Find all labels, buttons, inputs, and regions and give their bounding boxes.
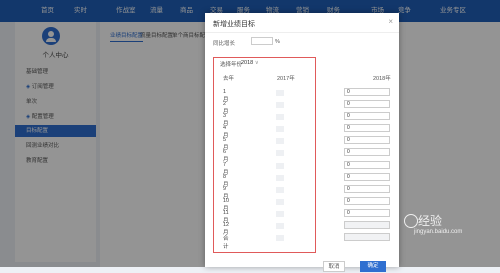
watermark-url: jingyan.baidu.com bbox=[414, 229, 463, 235]
year-select-value: 2018 bbox=[241, 60, 254, 66]
column-header-2017: 2017年 bbox=[277, 76, 295, 82]
growth-label: 同比增长 bbox=[213, 41, 236, 47]
year-label: 选择年份 bbox=[220, 62, 243, 68]
close-icon[interactable]: × bbox=[388, 17, 393, 26]
growth-input[interactable] bbox=[251, 37, 273, 45]
table-row-2018-input[interactable]: 0 bbox=[344, 136, 390, 144]
table-row-2018-input[interactable]: 0 bbox=[344, 185, 390, 193]
table-row-total-label: 合计 bbox=[223, 236, 229, 250]
table-row-2018-input[interactable]: 0 bbox=[344, 88, 390, 96]
table-row-2017-value bbox=[276, 150, 284, 156]
table-row-2017-value bbox=[276, 138, 284, 144]
table-row-2018-input[interactable]: 0 bbox=[344, 124, 390, 132]
table-row-2018-input[interactable]: 0 bbox=[344, 112, 390, 120]
year-select[interactable]: 2018 ∨ bbox=[241, 60, 259, 66]
watermark-text: 经验 bbox=[418, 214, 443, 228]
table-row-2017-value bbox=[276, 211, 284, 217]
table-row-2017-value bbox=[276, 175, 284, 181]
table-row-2017-value bbox=[276, 90, 284, 96]
table-row-2017-value bbox=[276, 163, 284, 169]
table-row-2018-input[interactable]: 0 bbox=[344, 173, 390, 181]
table-row-2018-input[interactable] bbox=[344, 221, 390, 229]
dialog-title: 新增业绩目标 bbox=[213, 21, 255, 28]
table-row-2018-input[interactable]: 0 bbox=[344, 148, 390, 156]
column-header-2018: 2018年 bbox=[373, 76, 391, 82]
table-row-2018-input[interactable]: 0 bbox=[344, 197, 390, 205]
table-row-2017-value bbox=[276, 126, 284, 132]
growth-unit: % bbox=[275, 39, 280, 45]
table-row-2018-input[interactable]: 0 bbox=[344, 100, 390, 108]
baidu-paw-icon bbox=[404, 214, 418, 228]
table-row-2017-total bbox=[276, 235, 284, 241]
chevron-down-icon: ∨ bbox=[254, 60, 259, 66]
table-row-2017-value bbox=[276, 223, 284, 229]
column-header-month: 去年 bbox=[223, 76, 235, 82]
table-row-2018-input[interactable]: 0 bbox=[344, 209, 390, 217]
table-row-2017-value bbox=[276, 199, 284, 205]
table-row-2017-value bbox=[276, 187, 284, 193]
divider bbox=[205, 32, 399, 33]
table-row-2018-total bbox=[344, 233, 390, 241]
add-target-dialog: 新增业绩目标 × 同比增长 % 选择年份 2018 ∨ 去年 2017年 201… bbox=[205, 13, 399, 272]
table-row-month-label: 6月 bbox=[223, 149, 229, 163]
table-row-2017-value bbox=[276, 114, 284, 120]
table-row-2017-value bbox=[276, 102, 284, 108]
table-row-2018-input[interactable]: 0 bbox=[344, 161, 390, 169]
